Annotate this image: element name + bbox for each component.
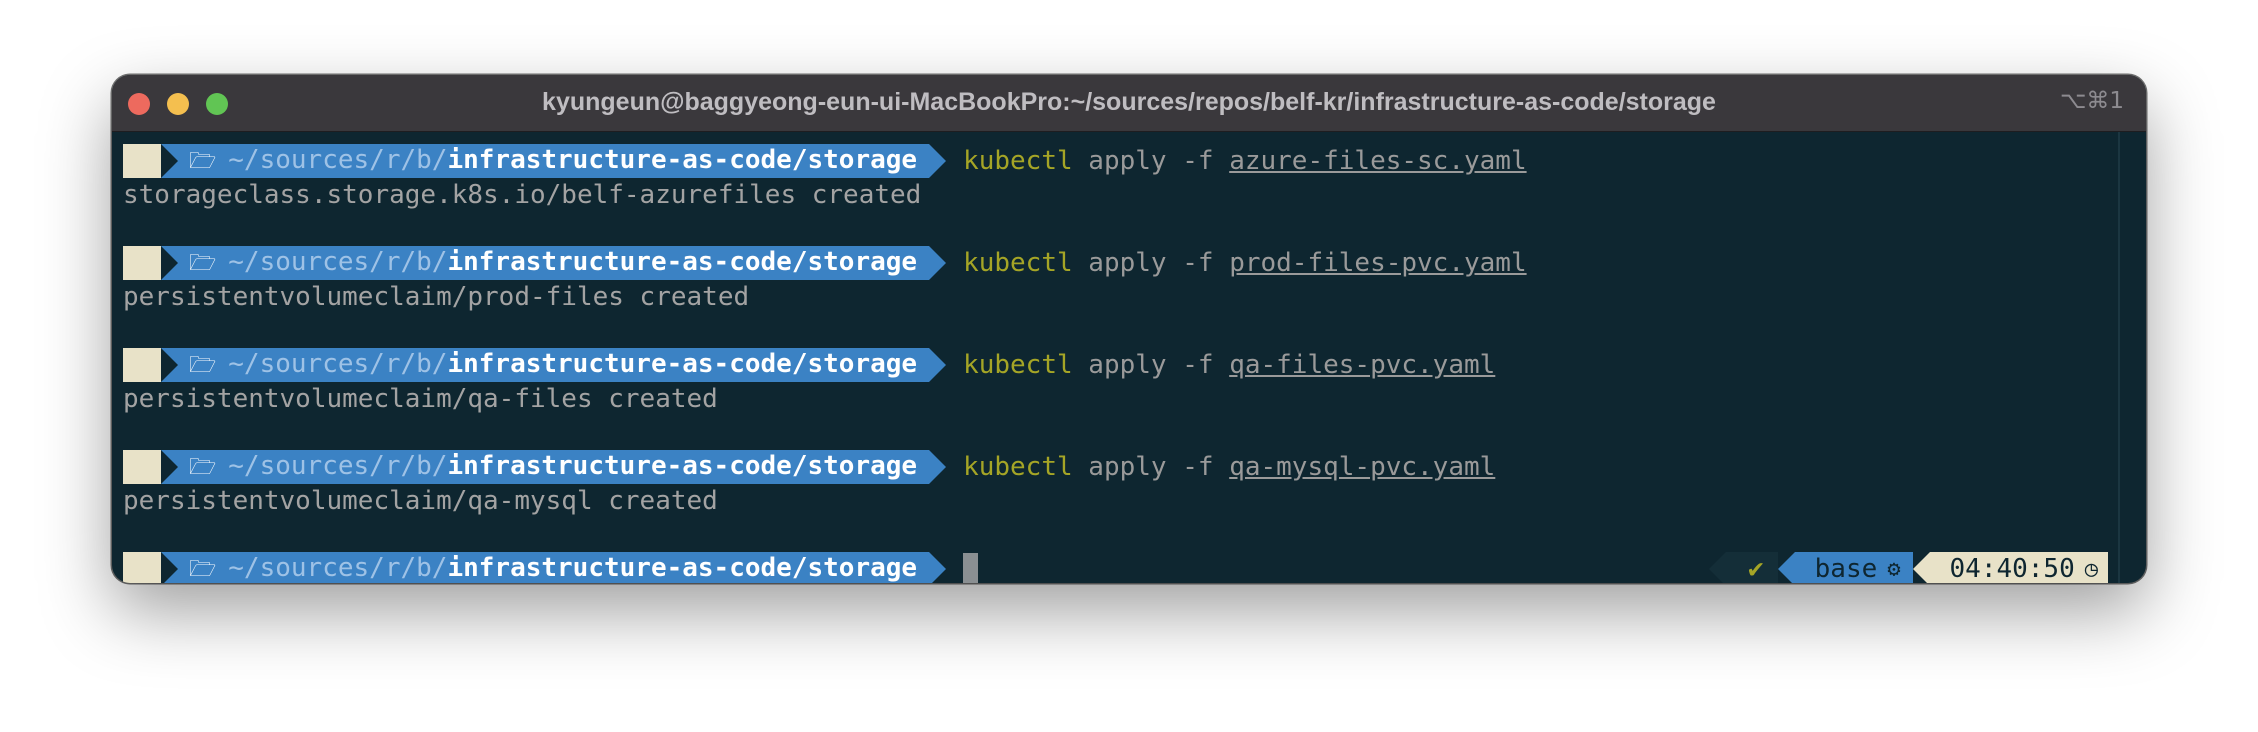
output-line: persistentvolumeclaim/prod-files created [123,282,750,312]
prompt-line: 🗁 ~/sources/r/b/infrastructure-as-code/st… [123,450,1495,484]
right-prompt: ✔ base ⚙ 04:40:50 ◷ [1709,552,2108,583]
path-segment: 🗁 ~/sources/r/b/infrastructure-as-code/st… [161,552,947,583]
prompt-line: 🗁 ~/sources/r/b/infrastructure-as-code/st… [123,348,1495,382]
command-text: kubectl apply -f qa-files-pvc.yaml [963,350,1496,380]
path-segment: 🗁 ~/sources/r/b/infrastructure-as-code/st… [161,348,947,382]
clock-icon: ◷ [2084,556,2098,582]
path-segment: 🗁 ~/sources/r/b/infrastructure-as-code/st… [161,450,947,484]
folder-icon: 🗁 [189,149,217,174]
current-prompt-line[interactable]: 🗁 ~/sources/r/b/infrastructure-as-code/st… [123,552,979,583]
path-segment: 🗁 ~/sources/r/b/infrastructure-as-code/st… [161,246,947,280]
folder-icon: 🗁 [189,557,217,582]
title-bar[interactable]: kyungeun@baggyeong-eun-ui-MacBookPro:~/s… [112,75,2146,132]
folder-icon: 🗁 [189,353,217,378]
terminal-window: kyungeun@baggyeong-eun-ui-MacBookPro:~/s… [112,75,2146,583]
window-shortcut: ⌥⌘1 [2059,88,2124,114]
time-segment: 04:40:50 ◷ [1912,552,2108,583]
check-icon: ✔ [1747,554,1764,583]
os-segment [123,450,178,484]
conda-env-segment: base ⚙ [1777,552,1913,583]
folder-icon: 🗁 [189,455,217,480]
window-title: kyungeun@baggyeong-eun-ui-MacBookPro:~/s… [542,88,1716,116]
os-segment [123,348,178,382]
command-text: kubectl apply -f azure-files-sc.yaml [963,146,1527,176]
output-line: persistentvolumeclaim/qa-files created [123,384,718,414]
command-text: kubectl apply -f prod-files-pvc.yaml [963,248,1527,278]
os-segment [123,246,178,280]
os-segment [123,144,178,178]
os-segment [123,552,178,583]
prompt-line: 🗁 ~/sources/r/b/infrastructure-as-code/st… [123,246,1527,280]
status-segment: ✔ [1709,552,1778,583]
python-icon: ⚙ [1887,556,1901,582]
prompt-line: 🗁 ~/sources/r/b/infrastructure-as-code/st… [123,144,1527,178]
folder-icon: 🗁 [189,251,217,276]
text-cursor[interactable] [963,553,979,583]
path-segment: 🗁 ~/sources/r/b/infrastructure-as-code/st… [161,144,947,178]
scrollbar[interactable] [2118,132,2120,583]
command-text: kubectl apply -f qa-mysql-pvc.yaml [963,452,1496,482]
output-line: persistentvolumeclaim/qa-mysql created [123,486,718,516]
output-line: storageclass.storage.k8s.io/belf-azurefi… [123,180,922,210]
